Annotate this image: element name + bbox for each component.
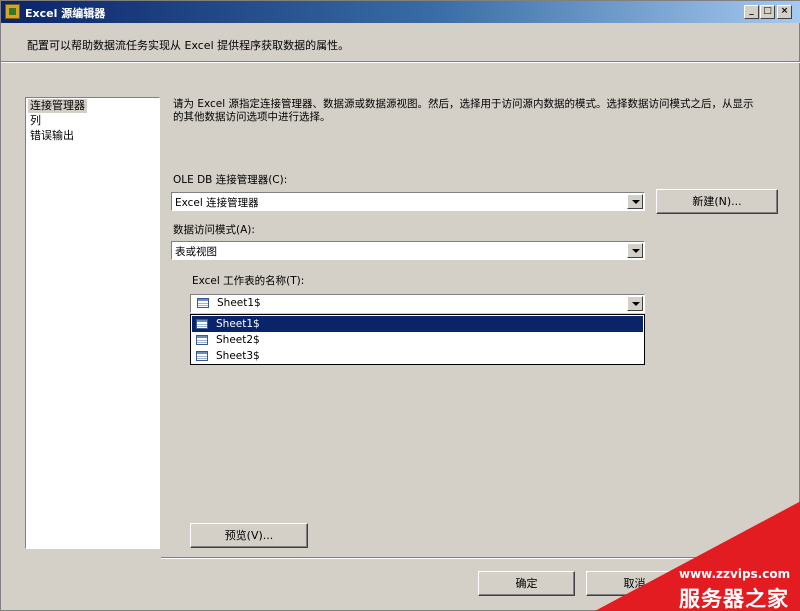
- chevron-down-icon[interactable]: [627, 296, 643, 311]
- dropdown-option-label: Sheet2$: [216, 334, 260, 346]
- dropdown-option-label: Sheet3$: [216, 350, 260, 362]
- sidebar-item-error-output[interactable]: 错误输出: [28, 129, 76, 143]
- maximize-button[interactable]: □: [760, 5, 775, 19]
- watermark-url: www.zzvips.com: [679, 567, 791, 581]
- worksheet-icon: [196, 319, 208, 329]
- worksheet-icon: [196, 335, 208, 345]
- header-divider: [1, 61, 800, 63]
- dropdown-option-sheet2[interactable]: Sheet2$: [192, 332, 643, 348]
- dropdown-option-sheet3[interactable]: Sheet3$: [192, 348, 643, 364]
- access-mode-select[interactable]: 表或视图: [171, 241, 645, 260]
- access-mode-label: 数据访问模式(A):: [173, 224, 255, 236]
- connection-manager-select[interactable]: Excel 连接管理器: [171, 192, 645, 211]
- close-button[interactable]: ×: [777, 5, 792, 19]
- connection-manager-label: OLE DB 连接管理器(C):: [173, 174, 288, 186]
- sidebar-nav: 连接管理器 列 错误输出: [25, 97, 160, 549]
- access-mode-value: 表或视图: [175, 246, 217, 258]
- site-watermark: www.zzvips.com 服务器之家: [593, 501, 800, 611]
- new-connection-button[interactable]: 新建(N)...: [656, 189, 778, 214]
- sidebar-item-columns[interactable]: 列: [28, 114, 43, 128]
- worksheet-icon: [196, 351, 208, 361]
- dropdown-option-label: Sheet1$: [216, 318, 260, 330]
- app-icon: [5, 4, 20, 19]
- minimize-button[interactable]: _: [744, 5, 759, 19]
- excel-source-editor-window: Excel 源编辑器 _ □ × 配置可以帮助数据流任务实现从 Excel 提供…: [0, 0, 800, 611]
- sidebar-item-connection-manager[interactable]: 连接管理器: [28, 99, 87, 113]
- title-bar[interactable]: Excel 源编辑器 _ □ ×: [1, 1, 800, 23]
- sheet-name-select[interactable]: Sheet1$: [190, 294, 645, 313]
- worksheet-icon: [197, 298, 209, 308]
- dropdown-option-sheet1[interactable]: Sheet1$: [192, 316, 643, 332]
- chevron-down-icon[interactable]: [627, 194, 643, 209]
- preview-button[interactable]: 预览(V)...: [190, 523, 308, 548]
- instruction-text: 请为 Excel 源指定连接管理器、数据源或数据源视图。然后，选择用于访问源内数…: [173, 98, 754, 123]
- connection-manager-value: Excel 连接管理器: [175, 197, 259, 209]
- chevron-down-icon[interactable]: [627, 243, 643, 258]
- window-description: 配置可以帮助数据流任务实现从 Excel 提供程序获取数据的属性。: [27, 39, 350, 52]
- sheet-name-dropdown-list: Sheet1$ Sheet2$ Sheet3$: [190, 314, 645, 365]
- watermark-name: 服务器之家: [679, 587, 789, 611]
- ok-button[interactable]: 确定: [478, 571, 575, 596]
- window-title: Excel 源编辑器: [25, 7, 106, 20]
- sheet-name-value: Sheet1$: [217, 297, 261, 309]
- sheet-name-label: Excel 工作表的名称(T):: [192, 275, 305, 287]
